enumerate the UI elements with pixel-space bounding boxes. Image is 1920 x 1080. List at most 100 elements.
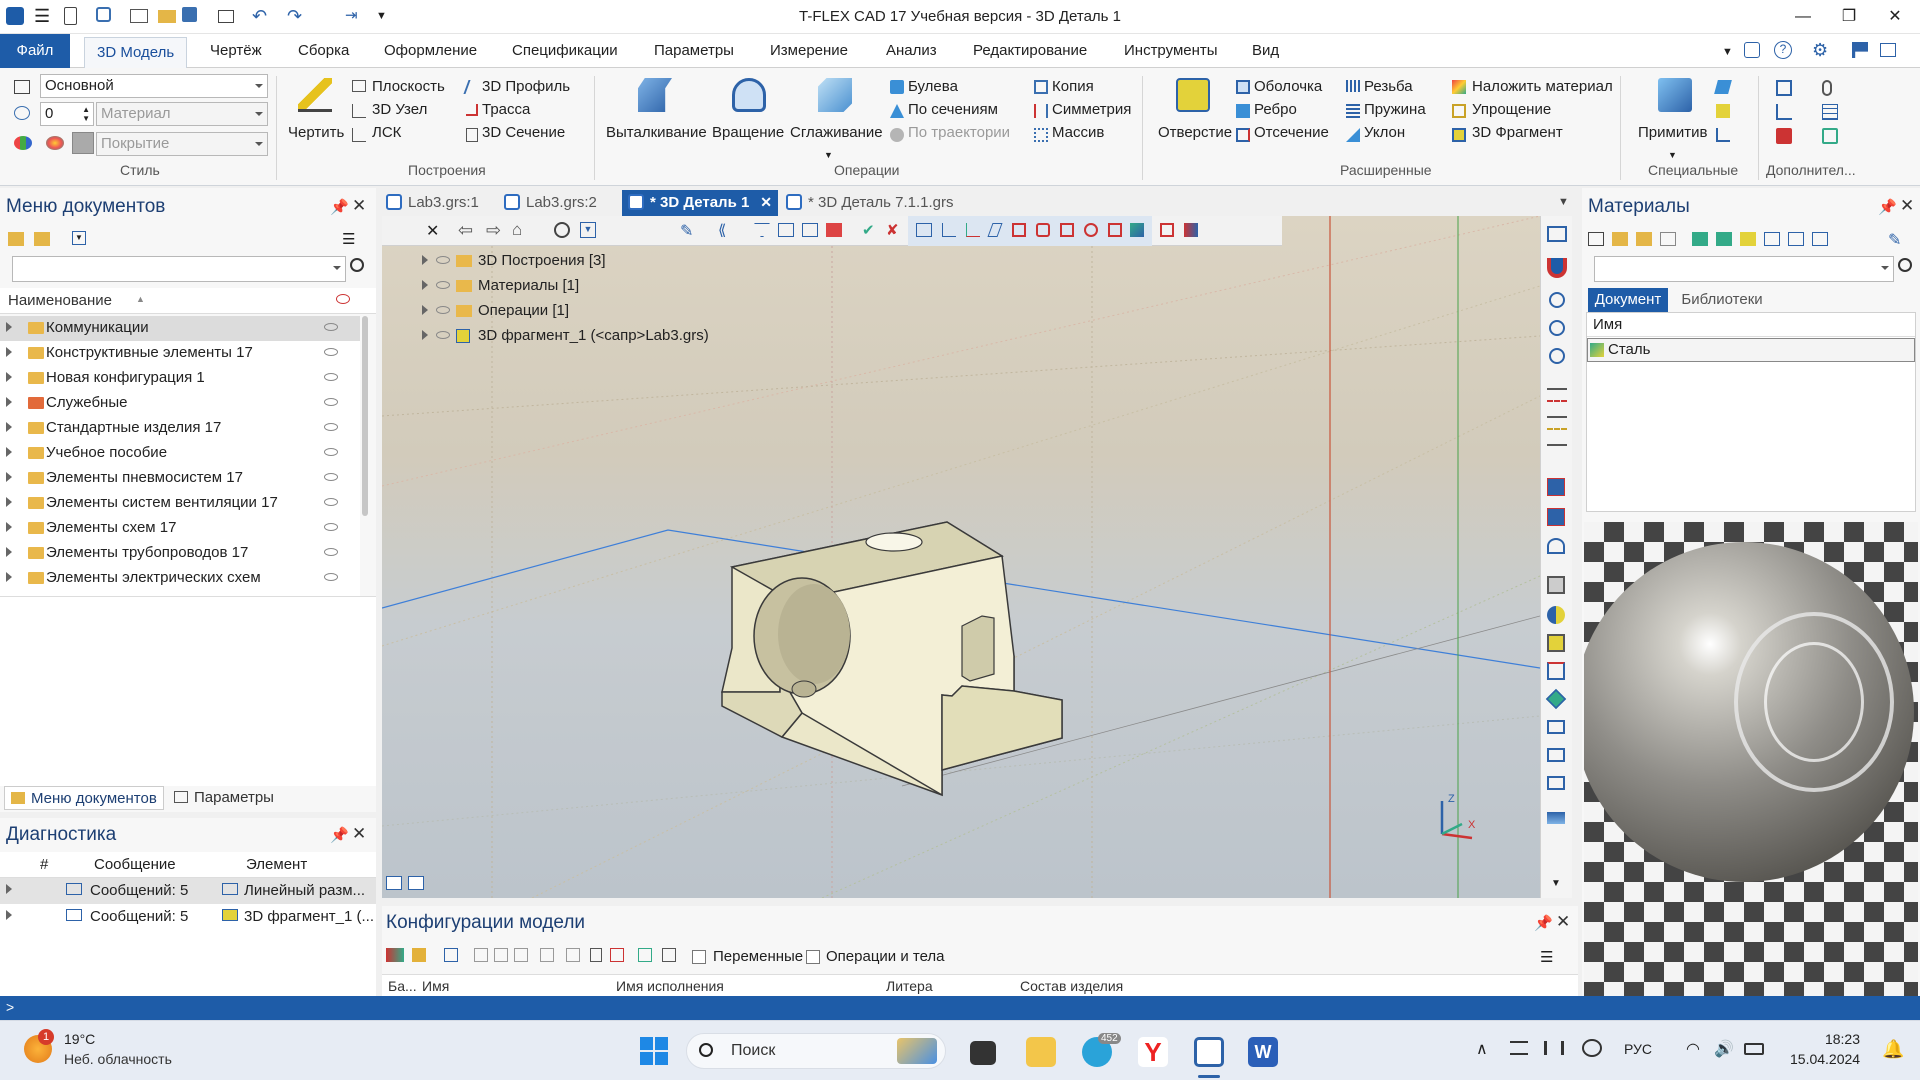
material-combo[interactable]: Материал xyxy=(96,102,268,126)
tree-item[interactable]: Элементы трубопроводов 17 xyxy=(0,541,360,566)
pin-icon[interactable]: 📌 xyxy=(1534,914,1553,932)
file-explorer-icon[interactable] xyxy=(1026,1037,1056,1067)
smooth-dropdown-icon[interactable]: ▼ xyxy=(824,150,833,160)
screenshot-icon[interactable] xyxy=(1547,748,1565,762)
node-button[interactable]: 3D Узел xyxy=(372,101,427,118)
export-view-icon[interactable] xyxy=(1547,776,1565,790)
close-tab-icon[interactable]: ✕ xyxy=(760,194,772,211)
special-tool-1-icon[interactable] xyxy=(1714,80,1732,94)
extra-tool-3-icon[interactable] xyxy=(1776,104,1792,120)
close-panel-icon[interactable]: ✕ xyxy=(1556,912,1570,932)
tree-item[interactable]: Коммуникации xyxy=(0,316,360,341)
tree-item[interactable]: Конструктивные элементы 17 xyxy=(0,341,360,366)
close-tree-icon[interactable]: ✕ xyxy=(426,221,439,241)
list-options-icon[interactable]: ☰ xyxy=(342,230,355,248)
primitive-button[interactable]: Примитив xyxy=(1638,124,1707,141)
language-indicator[interactable]: РУС xyxy=(1624,1041,1652,1057)
section-button[interactable]: 3D Сечение xyxy=(482,124,565,141)
view-layout-1-icon[interactable] xyxy=(386,876,402,890)
battery-icon[interactable] xyxy=(1744,1043,1764,1055)
add-folder-icon[interactable] xyxy=(8,232,24,246)
primitive-dropdown-icon[interactable]: ▼ xyxy=(1668,150,1677,160)
special-tool-3-icon[interactable] xyxy=(1716,128,1730,142)
table-row[interactable]: Сообщений: 5 3D фрагмент_1 (... xyxy=(0,904,376,930)
tree-item[interactable]: Элементы систем вентиляции 17 xyxy=(0,491,360,516)
section-view-icon[interactable] xyxy=(1547,538,1565,554)
thread-button[interactable]: Резьба xyxy=(1364,78,1413,95)
check-icon[interactable]: ✔ xyxy=(862,221,875,239)
glasses-2-icon[interactable] xyxy=(1547,416,1567,430)
snap-edge-icon[interactable] xyxy=(987,223,1003,237)
tree-item[interactable]: Новая конфигурация 1 xyxy=(0,366,360,391)
config-table-icon[interactable] xyxy=(638,948,652,962)
col-number[interactable]: # xyxy=(40,856,48,873)
close-panel-icon[interactable]: ✕ xyxy=(352,196,366,216)
cancel-icon[interactable]: ✘ xyxy=(886,221,899,239)
collapse-toolbar-icon[interactable]: ⟪ xyxy=(718,221,726,239)
config-add-icon[interactable] xyxy=(610,948,624,962)
tree-item[interactable]: Стандартные изделия 17 xyxy=(0,416,360,441)
wifi-icon[interactable]: ◠ xyxy=(1686,1039,1700,1059)
flag-icon[interactable] xyxy=(1852,42,1868,58)
mat-settings-icon[interactable]: ✎ xyxy=(1888,230,1901,250)
close-panel-icon[interactable]: ✕ xyxy=(352,824,366,844)
mat-tool-8-icon[interactable] xyxy=(1764,232,1780,246)
doc-tab-3d-detail-1[interactable]: * 3D Деталь 1 ✕ xyxy=(622,190,778,216)
check-cube-2-icon[interactable] xyxy=(1547,508,1565,526)
tree-item[interactable]: Учебное пособие xyxy=(0,441,360,466)
path-button[interactable]: Трасса xyxy=(482,101,530,118)
col-execution-name[interactable]: Имя исполнения xyxy=(616,978,724,994)
doc-tab-3d-detail-711[interactable]: * 3D Деталь 7.1.1.grs xyxy=(780,190,960,216)
materials-search-input[interactable] xyxy=(1594,256,1894,282)
tab-drawing[interactable]: Чертёж xyxy=(210,42,262,59)
smooth-icon[interactable] xyxy=(818,78,852,112)
snap-lcs-icon[interactable] xyxy=(966,223,980,237)
filter-dropdown-icon[interactable]: ▼ xyxy=(580,222,596,238)
profile-button[interactable]: 3D Профиль xyxy=(482,78,570,95)
settings-gear-icon[interactable]: ⚙ xyxy=(1812,41,1828,59)
mat-tool-2-icon[interactable] xyxy=(1612,232,1628,246)
extrude-icon[interactable] xyxy=(638,78,672,112)
tree-item[interactable]: Элементы схем 17 xyxy=(0,516,360,541)
layout-icon[interactable] xyxy=(1880,43,1896,57)
config-edit-icon[interactable] xyxy=(412,948,426,962)
material-view-icon[interactable] xyxy=(1545,688,1567,710)
extra-tool-5-icon[interactable] xyxy=(1776,128,1792,144)
command-prompt[interactable]: > xyxy=(6,999,14,1015)
mat-tool-3-icon[interactable] xyxy=(1636,232,1652,246)
special-tool-2-icon[interactable] xyxy=(1716,104,1730,118)
lcs-button[interactable]: ЛСК xyxy=(372,124,401,141)
open-folder-icon[interactable] xyxy=(34,232,50,246)
wrench-icon[interactable]: ✎ xyxy=(680,221,693,241)
3d-part-model[interactable] xyxy=(721,521,1063,797)
snap-face-icon[interactable] xyxy=(1012,223,1026,237)
hole-icon[interactable] xyxy=(1176,78,1210,112)
defender-icon[interactable] xyxy=(1582,1039,1602,1057)
tab-design[interactable]: Оформление xyxy=(384,42,477,59)
clock-date[interactable]: 15.04.2024 xyxy=(1790,1051,1860,1067)
tab-parameters[interactable]: Параметры xyxy=(654,42,734,59)
zoom-icon[interactable] xyxy=(1549,292,1565,308)
network-settings-icon[interactable] xyxy=(1510,1041,1528,1055)
col-message[interactable]: Сообщение xyxy=(94,856,176,873)
tree-item[interactable]: Элементы электрических схем xyxy=(0,566,360,591)
visibility-header-icon[interactable] xyxy=(336,294,350,304)
printer-3d-icon[interactable] xyxy=(1547,812,1565,824)
help-icon[interactable]: ? xyxy=(1774,41,1792,59)
search-icon[interactable] xyxy=(1898,258,1912,272)
meet-icon[interactable] xyxy=(1544,1041,1564,1055)
tabs-dropdown-icon[interactable]: ▼ xyxy=(1558,196,1569,208)
tab-view[interactable]: Вид xyxy=(1252,42,1279,59)
array-button[interactable]: Массив xyxy=(1052,124,1104,141)
spring-button[interactable]: Пружина xyxy=(1364,101,1426,118)
mat-tool-9-icon[interactable] xyxy=(1788,232,1804,246)
variables-checkbox[interactable] xyxy=(692,950,706,964)
filter-2-icon[interactable] xyxy=(778,223,794,237)
bysections-button[interactable]: По сечениям xyxy=(908,101,998,118)
restore-button[interactable]: ❐ xyxy=(1826,0,1872,34)
glasses-icon[interactable] xyxy=(1547,388,1567,402)
target-icon[interactable] xyxy=(554,222,570,238)
shaded-icon[interactable] xyxy=(1547,634,1565,652)
document-search-input[interactable] xyxy=(12,256,346,282)
extra-tool-6-icon[interactable] xyxy=(1822,128,1838,144)
